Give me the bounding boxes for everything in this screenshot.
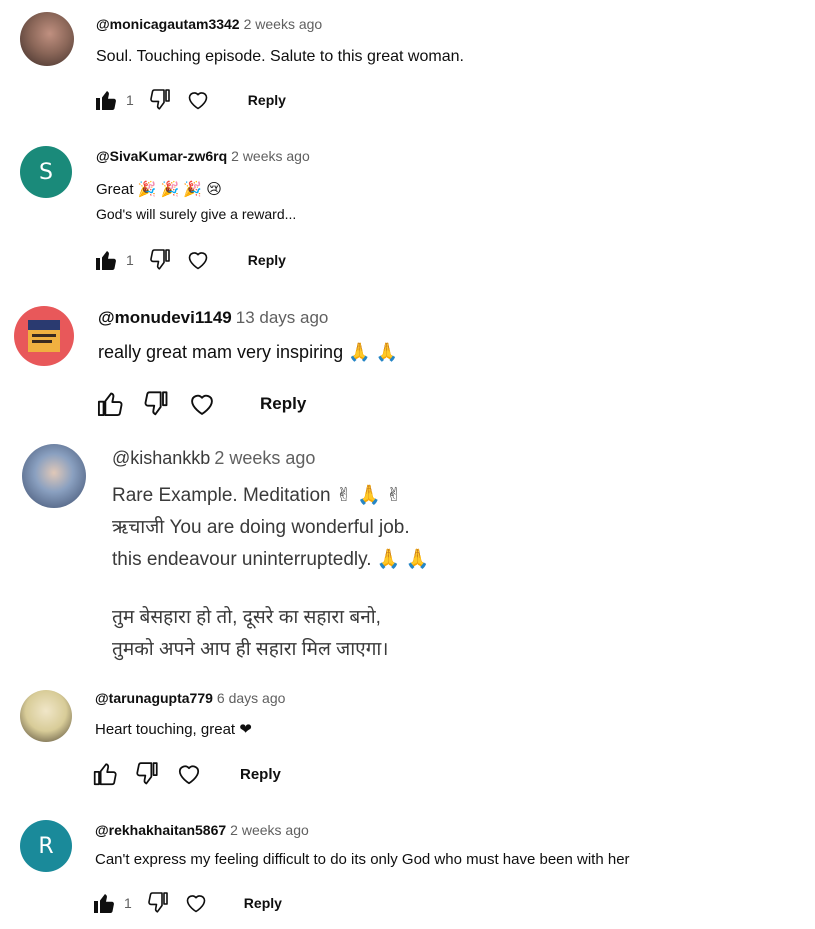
author-handle[interactable]: @SivaKumar-zw6rq bbox=[96, 148, 227, 164]
like-icon[interactable] bbox=[96, 390, 124, 418]
comment-actions: Reply bbox=[96, 390, 306, 418]
avatar-letter: R bbox=[38, 833, 54, 859]
comment-header: @monudevi1149 13 days ago bbox=[98, 308, 328, 328]
comment-timestamp[interactable]: 6 days ago bbox=[217, 690, 286, 706]
comment-text: really great mam very inspiring 🙏 🙏 bbox=[98, 338, 398, 367]
comment-line: तुम बेसहारा हो तो, दूसरे का सहारा बनो, bbox=[112, 607, 381, 628]
comment-line: ऋचाजी You are doing wonderful job. bbox=[112, 517, 410, 538]
avatar-letter: S bbox=[39, 159, 53, 185]
avatar[interactable] bbox=[20, 12, 74, 66]
heart-icon[interactable] bbox=[186, 88, 210, 112]
comment-actions: Reply bbox=[92, 761, 281, 787]
reply-button[interactable]: Reply bbox=[248, 252, 286, 268]
comment-line bbox=[112, 576, 429, 602]
comment-timestamp[interactable]: 13 days ago bbox=[236, 308, 329, 327]
author-handle[interactable]: @tarunagupta779 bbox=[95, 690, 213, 706]
comment-line: Rare Example. Meditation ✌ 🙏 ✌ bbox=[112, 485, 402, 506]
comment-actions: 1 Reply bbox=[92, 891, 282, 915]
comment-text: Great 🎉 🎉 🎉 😢 God's will surely give a r… bbox=[96, 176, 296, 224]
reply-button[interactable]: Reply bbox=[244, 895, 282, 911]
dislike-icon[interactable] bbox=[134, 761, 160, 787]
avatar[interactable] bbox=[20, 690, 72, 742]
avatar-badge-icon bbox=[28, 320, 60, 352]
comment-line: Can't express my feeling difficult to do… bbox=[95, 851, 630, 868]
comment-header: @rekhakhaitan5867 2 weeks ago bbox=[95, 822, 309, 838]
like-filled-icon[interactable] bbox=[94, 88, 118, 112]
comment-header: @monicagautam3342 2 weeks ago bbox=[96, 16, 322, 32]
comment-header: @tarunagupta779 6 days ago bbox=[95, 690, 285, 706]
author-handle[interactable]: @monicagautam3342 bbox=[96, 16, 240, 32]
comment-header: @kishankkb 2 weeks ago bbox=[112, 448, 315, 469]
heart-icon[interactable] bbox=[184, 891, 208, 915]
dislike-icon[interactable] bbox=[142, 390, 170, 418]
comment-text: Soul. Touching episode. Salute to this g… bbox=[96, 44, 464, 70]
reply-button[interactable]: Reply bbox=[240, 766, 281, 783]
comment-timestamp[interactable]: 2 weeks ago bbox=[244, 16, 323, 32]
avatar[interactable]: R bbox=[20, 820, 72, 872]
dislike-icon[interactable] bbox=[148, 248, 172, 272]
like-count: 1 bbox=[126, 92, 134, 108]
comment-line: Soul. Touching episode. Salute to this g… bbox=[96, 48, 464, 65]
author-handle[interactable]: @monudevi1149 bbox=[98, 308, 232, 327]
comment-text: Can't express my feeling difficult to do… bbox=[95, 848, 630, 872]
comment-timestamp[interactable]: 2 weeks ago bbox=[214, 448, 315, 468]
reply-button[interactable]: Reply bbox=[260, 394, 306, 414]
author-handle[interactable]: @kishankkb bbox=[112, 448, 210, 468]
comment-timestamp[interactable]: 2 weeks ago bbox=[231, 148, 310, 164]
like-count: 1 bbox=[124, 895, 132, 911]
heart-icon[interactable] bbox=[176, 761, 202, 787]
like-icon[interactable] bbox=[92, 761, 118, 787]
like-filled-icon[interactable] bbox=[94, 248, 118, 272]
comment-text: Rare Example. Meditation ✌ 🙏 ✌ ऋचाजी You… bbox=[112, 480, 429, 666]
comment-timestamp[interactable]: 2 weeks ago bbox=[230, 822, 309, 838]
heart-icon[interactable] bbox=[188, 390, 216, 418]
comment-actions: 1 Reply bbox=[94, 248, 286, 272]
heart-icon[interactable] bbox=[186, 248, 210, 272]
comment-line: God's will surely give a reward... bbox=[96, 206, 297, 222]
author-handle[interactable]: @rekhakhaitan5867 bbox=[95, 822, 226, 838]
avatar[interactable] bbox=[14, 306, 74, 366]
avatar[interactable] bbox=[22, 444, 86, 508]
comment-line: तुमको अपने आप ही सहारा मिल जाएगा। bbox=[112, 639, 389, 660]
avatar[interactable]: S bbox=[20, 146, 72, 198]
dislike-icon[interactable] bbox=[146, 891, 170, 915]
comment-actions: 1 Reply bbox=[94, 88, 286, 112]
comment-line: Great 🎉 🎉 🎉 😢 bbox=[96, 181, 222, 198]
comment-text: Heart touching, great ❤ bbox=[95, 718, 252, 742]
like-filled-icon[interactable] bbox=[92, 891, 116, 915]
reply-button[interactable]: Reply bbox=[248, 92, 286, 108]
dislike-icon[interactable] bbox=[148, 88, 172, 112]
comment-header: @SivaKumar-zw6rq 2 weeks ago bbox=[96, 148, 310, 164]
like-count: 1 bbox=[126, 252, 134, 268]
comment-line: really great mam very inspiring 🙏 🙏 bbox=[98, 342, 398, 362]
comment-line: this endeavour uninterruptedly. 🙏 🙏 bbox=[112, 549, 430, 570]
comment-line: Heart touching, great ❤ bbox=[95, 721, 252, 738]
